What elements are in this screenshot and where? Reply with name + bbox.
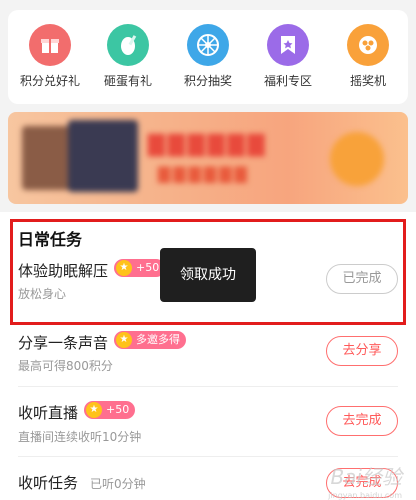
lottery-icon bbox=[347, 24, 389, 66]
task-progress: 已听0分钟 bbox=[90, 477, 146, 491]
star-icon: ★ bbox=[86, 402, 102, 418]
quick-action-label: 积分兑好礼 bbox=[19, 74, 80, 88]
quick-action-label: 福利专区 bbox=[263, 74, 312, 88]
badge-label: 多邀多得 bbox=[136, 333, 180, 346]
quick-action-ribbon[interactable]: 福利专区 bbox=[250, 24, 326, 89]
quick-action-egg[interactable]: 砸蛋有礼 bbox=[90, 24, 166, 89]
complete-button[interactable]: 去完成 bbox=[326, 406, 398, 436]
banner-image: ▇▇▇▇▇▇ ▇▇▇▇▇▇ bbox=[8, 112, 408, 204]
success-toast: 领取成功 bbox=[160, 248, 256, 302]
banner-subline: ▇▇▇▇▇▇ bbox=[158, 164, 250, 183]
star-icon: ★ bbox=[116, 332, 132, 348]
egg-icon bbox=[107, 24, 149, 66]
divider bbox=[18, 456, 398, 457]
watermark-sub: jingyan.baidu.com bbox=[328, 491, 402, 500]
banner-headline: ▇▇▇▇▇▇ bbox=[148, 132, 268, 157]
quick-actions-card: 积分兑好礼 砸蛋有礼 积分抽奖 福利专区 摇奖机 bbox=[8, 10, 408, 104]
quick-action-wheel[interactable]: 积分抽奖 bbox=[170, 24, 246, 89]
task-desc: 最高可得800积分 bbox=[18, 359, 113, 373]
baidu-watermark: Bai经验 bbox=[330, 465, 402, 489]
quick-action-lottery[interactable]: 摇奖机 bbox=[330, 24, 406, 89]
wheel-icon bbox=[187, 24, 229, 66]
divider bbox=[18, 386, 398, 387]
points-badge: ★ +50 bbox=[84, 401, 136, 419]
gift-icon bbox=[29, 24, 71, 66]
task-title: 收听任务 bbox=[18, 474, 79, 492]
quick-action-gift[interactable]: 积分兑好礼 bbox=[12, 24, 88, 89]
task-title: 收听直播 bbox=[18, 404, 79, 422]
quick-action-label: 砸蛋有礼 bbox=[103, 74, 152, 88]
quick-action-label: 积分抽奖 bbox=[183, 74, 232, 88]
task-title: 分享一条声音 bbox=[18, 334, 109, 352]
promo-banner[interactable]: ▇▇▇▇▇▇ ▇▇▇▇▇▇ bbox=[8, 112, 408, 204]
ribbon-icon bbox=[267, 24, 309, 66]
banner-badge bbox=[330, 132, 384, 186]
invite-badge: ★ 多邀多得 bbox=[114, 331, 186, 349]
quick-action-label: 摇奖机 bbox=[349, 74, 386, 88]
badge-label: +50 bbox=[106, 403, 130, 416]
banner-photo bbox=[68, 120, 138, 192]
task-desc: 直播间连续收听10分钟 bbox=[18, 430, 142, 444]
share-button[interactable]: 去分享 bbox=[326, 336, 398, 366]
